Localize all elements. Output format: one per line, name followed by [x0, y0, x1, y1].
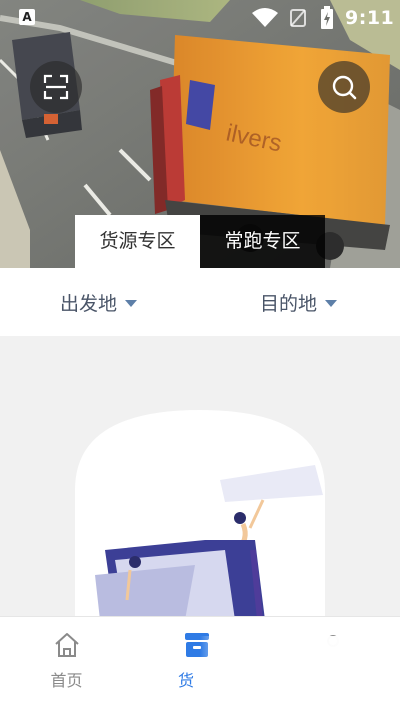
caret-down-icon	[125, 299, 138, 307]
search-icon	[332, 75, 357, 100]
destination-dropdown[interactable]: 目的地	[260, 268, 338, 336]
wifi-icon	[252, 8, 278, 27]
caret-down-icon	[325, 299, 338, 307]
battery-charging-icon	[321, 6, 333, 29]
bottom-navigation: 首页 货	[0, 616, 400, 701]
cargo-list-area	[0, 336, 400, 616]
nav-profile[interactable]	[266, 617, 399, 701]
box-icon	[185, 633, 209, 657]
person-icon	[326, 635, 339, 647]
origin-label: 出发地	[60, 292, 118, 315]
origin-dropdown[interactable]: 出发地	[60, 268, 138, 336]
tab-cargo-zone[interactable]: 货源专区	[75, 215, 200, 268]
search-button[interactable]	[318, 61, 370, 113]
status-bar: A 9:11	[0, 0, 400, 36]
nav-home-label: 首页	[50, 671, 83, 690]
scan-button[interactable]	[30, 61, 82, 113]
route-filter-bar: 出发地 目的地	[0, 268, 400, 336]
a-app-icon: A	[19, 9, 35, 25]
empty-state-illustration	[75, 410, 325, 616]
tab-regular-route-zone[interactable]: 常跑专区	[200, 215, 325, 268]
nav-goods[interactable]: 货	[133, 617, 266, 701]
nav-home[interactable]: 首页	[0, 617, 133, 701]
home-icon	[54, 633, 79, 657]
destination-label: 目的地	[260, 292, 318, 315]
nav-goods-label: 货	[178, 671, 195, 690]
status-time: 9:11	[345, 7, 395, 29]
zone-tabs: 货源专区 常跑专区	[75, 215, 325, 268]
scan-icon	[43, 74, 69, 100]
sim-icon	[290, 9, 306, 27]
header-hero: ilvers A 9:11 货源专区 常跑专区	[0, 0, 400, 268]
